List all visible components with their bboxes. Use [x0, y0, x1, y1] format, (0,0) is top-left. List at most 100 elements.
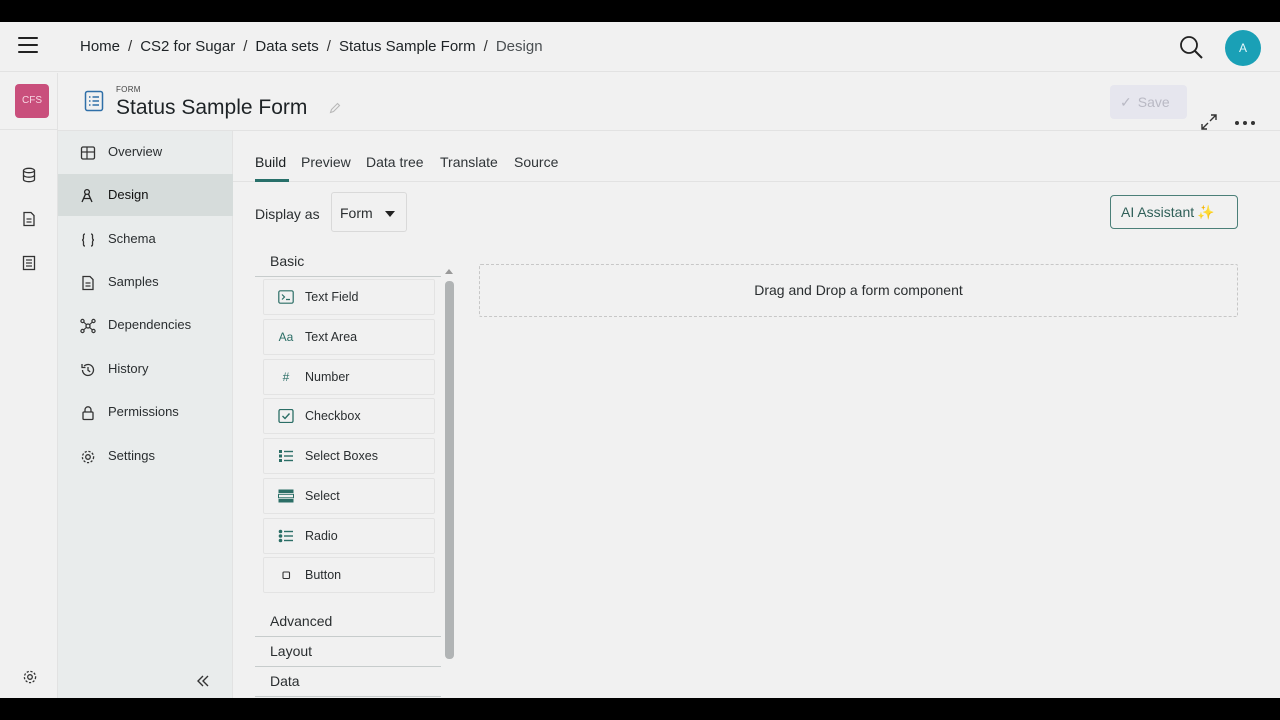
sidenav-item-history[interactable]: History	[58, 348, 233, 390]
side-nav: Overview Design Schema Samples Dependenc…	[58, 131, 233, 698]
sidenav-label: History	[108, 361, 149, 376]
document-icon[interactable]	[21, 211, 37, 227]
group-label: Data	[270, 673, 300, 689]
breadcrumb-form[interactable]: Status Sample Form	[339, 38, 476, 55]
group-label: Layout	[270, 643, 313, 659]
edit-title-icon[interactable]	[329, 102, 341, 114]
expand-icon[interactable]	[1200, 113, 1218, 131]
component-label: Select	[305, 489, 340, 503]
check-icon: ✓	[1120, 94, 1132, 110]
tab-build[interactable]: Build	[255, 154, 286, 170]
group-data[interactable]: Data	[255, 667, 441, 697]
component-number[interactable]: # Number	[263, 359, 435, 395]
component-label: Text Area	[305, 330, 358, 344]
active-tab-indicator	[255, 179, 289, 182]
sidenav-item-design[interactable]: Design	[58, 174, 233, 216]
form-icon	[84, 90, 104, 112]
sidenav-item-dependencies[interactable]: Dependencies	[58, 304, 233, 346]
hash-icon: #	[282, 370, 290, 384]
component-select[interactable]: Select	[263, 478, 435, 514]
sidenav-label: Design	[108, 187, 149, 202]
form-header: FORM Status Sample Form ✓ Save	[58, 73, 1280, 131]
component-label: Number	[305, 370, 350, 384]
sidenav-label: Samples	[108, 274, 159, 289]
ai-assistant-label: AI Assistant	[1121, 204, 1195, 220]
save-button[interactable]: ✓ Save	[1110, 85, 1187, 119]
breadcrumb-separator: /	[243, 38, 248, 55]
sidenav-item-schema[interactable]: Schema	[58, 218, 233, 260]
braces-icon	[81, 233, 95, 247]
group-label: Advanced	[270, 613, 333, 629]
group-layout[interactable]: Layout	[255, 637, 441, 667]
menu-icon[interactable]	[18, 37, 38, 55]
component-label: Text Field	[305, 290, 359, 304]
tab-bar: Build Preview Data tree Translate Source	[233, 131, 1280, 182]
top-bar: Home / CS2 for Sugar / Data sets / Status Samp…	[0, 22, 1280, 72]
palette-scrollbar[interactable]	[445, 281, 454, 659]
sidenav-label: Schema	[108, 231, 156, 246]
page-title: Status Sample Form	[116, 96, 308, 119]
sparkle-icon: ✨	[1197, 204, 1215, 220]
display-as-select[interactable]: Form	[331, 192, 407, 232]
component-text-field[interactable]: Text Field	[263, 279, 435, 315]
breadcrumb: Home / CS2 for Sugar / Data sets / Status Samp…	[80, 38, 543, 55]
scroll-up-arrow[interactable]	[445, 269, 453, 274]
app-rail: CFS	[0, 73, 58, 698]
sidenav-label: Permissions	[108, 404, 179, 419]
breadcrumb-current: Design	[495, 38, 543, 55]
breadcrumb-data-sets[interactable]: Data sets	[255, 38, 318, 55]
sidenav-item-settings[interactable]: Settings	[58, 435, 233, 477]
more-options-icon[interactable]	[1234, 120, 1256, 126]
font-icon: Aa	[278, 330, 294, 344]
component-checkbox[interactable]: Checkbox	[263, 398, 435, 434]
group-divider	[255, 276, 441, 277]
component-button[interactable]: Button	[263, 557, 435, 593]
component-label: Checkbox	[305, 409, 361, 423]
select-icon	[278, 489, 294, 503]
gear-icon	[81, 450, 95, 464]
ai-assistant-button[interactable]: AI Assistant ✨	[1110, 195, 1238, 229]
form-type-label: FORM	[116, 85, 141, 94]
app-window: Home / CS2 for Sugar / Data sets / Status Samp…	[0, 22, 1280, 698]
main-content: Build Preview Data tree Translate Source…	[233, 131, 1280, 698]
save-button-label: Save	[1137, 94, 1170, 110]
radio-list-icon	[278, 529, 293, 543]
tab-data-tree[interactable]: Data tree	[366, 154, 424, 170]
component-text-area[interactable]: Aa Text Area	[263, 319, 435, 355]
design-icon	[81, 188, 93, 203]
sidenav-label: Overview	[108, 144, 163, 159]
sidenav-label: Dependencies	[108, 317, 192, 332]
square-icon	[282, 571, 291, 580]
collapse-sidebar-icon[interactable]	[196, 674, 210, 688]
breadcrumb-project[interactable]: CS2 for Sugar	[140, 38, 235, 55]
database-icon[interactable]	[21, 167, 37, 183]
terminal-icon	[278, 290, 294, 304]
form-list-icon[interactable]	[21, 255, 37, 271]
group-basic[interactable]: Basic	[255, 247, 441, 277]
search-icon[interactable]	[1178, 34, 1204, 60]
display-as-value: Form	[340, 205, 373, 221]
user-avatar[interactable]: A	[1225, 30, 1261, 66]
settings-gear-icon[interactable]	[22, 669, 38, 685]
org-badge[interactable]: CFS	[15, 84, 49, 118]
component-radio[interactable]: Radio	[263, 518, 435, 554]
display-as-label: Display as	[255, 206, 320, 222]
sidenav-item-permissions[interactable]: Permissions	[58, 391, 233, 433]
breadcrumb-separator: /	[326, 38, 331, 55]
tab-translate[interactable]: Translate	[440, 154, 498, 170]
sidenav-item-overview[interactable]: Overview	[58, 131, 233, 173]
component-palette: Basic Text Field Aa Text Area # Number C…	[255, 247, 441, 698]
tab-source[interactable]: Source	[514, 154, 558, 170]
breadcrumb-home[interactable]: Home	[80, 38, 120, 55]
tab-preview[interactable]: Preview	[301, 154, 351, 170]
lock-icon	[82, 406, 94, 421]
caret-down-icon	[385, 211, 395, 217]
group-advanced[interactable]: Advanced	[255, 607, 441, 637]
sidenav-item-samples[interactable]: Samples	[58, 261, 233, 303]
group-label: Basic	[270, 253, 305, 269]
form-dropzone[interactable]: Drag and Drop a form component	[479, 264, 1238, 317]
list-icon	[279, 450, 293, 462]
component-label: Select Boxes	[305, 449, 378, 463]
group-divider	[255, 696, 441, 697]
component-select-boxes[interactable]: Select Boxes	[263, 438, 435, 474]
